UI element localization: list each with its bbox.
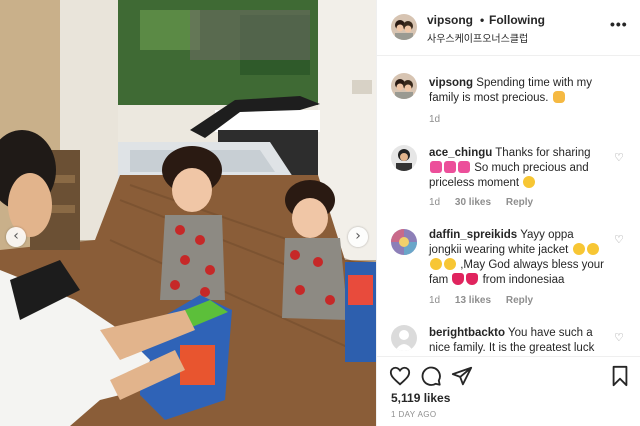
comment-body: berightbackto You have such a nice famil… <box>429 326 605 356</box>
comment-meta: 1d 13 likes Reply <box>429 295 533 306</box>
post-timestamp: 1 DAY AGO <box>391 410 437 419</box>
avatar[interactable] <box>391 229 417 255</box>
comment-text: from indonesiaa <box>482 274 565 286</box>
comment-username[interactable]: daffin_spreikids <box>429 229 517 241</box>
heart-icon[interactable]: ♡ <box>614 151 624 164</box>
comment-icon[interactable] <box>420 365 442 387</box>
comments-list: vipsong Spending time with my family is … <box>377 57 640 356</box>
comment-username[interactable]: vipsong <box>429 77 473 89</box>
hand-emoji <box>552 91 565 103</box>
heart-icon[interactable] <box>389 365 411 387</box>
post-location[interactable]: 사우스케이프오너스클럽 <box>427 30 528 45</box>
post-side-panel: vipsong • Following 사우스케이프오너스클럽 ••• vips… <box>376 0 640 426</box>
avatar[interactable] <box>391 325 417 351</box>
chevron-right-icon[interactable]: › <box>348 227 368 247</box>
comment-username[interactable]: ace_chingu <box>429 147 492 159</box>
avatar[interactable] <box>391 145 417 171</box>
comment-body: daffin_spreikids Yayy oppa jongkii weari… <box>429 228 605 288</box>
comment-age: 1d <box>429 114 441 125</box>
avatar[interactable] <box>391 73 417 99</box>
face-emoji <box>572 243 585 255</box>
separator-dot: • <box>480 13 485 27</box>
hearts-emoji <box>430 161 442 173</box>
reply-button[interactable]: Reply <box>506 197 533 208</box>
post-photo[interactable]: ‹ › <box>0 0 376 426</box>
comment-text: Thanks for sharing <box>495 147 591 159</box>
comment-likes[interactable]: 30 likes <box>455 197 491 208</box>
action-bar: 5,119 likes 1 DAY AGO <box>377 356 640 426</box>
comment-age: 1d <box>429 197 441 208</box>
comment-age: 1d <box>429 295 441 306</box>
following-button[interactable]: Following <box>489 13 545 27</box>
post-header: vipsong • Following 사우스케이프오너스클럽 ••• <box>377 0 640 56</box>
comment-meta: 1d <box>429 114 440 125</box>
likes-count[interactable]: 5,119 likes <box>391 391 450 405</box>
share-icon[interactable] <box>451 365 473 387</box>
chevron-left-icon[interactable]: ‹ <box>6 227 26 247</box>
post-username[interactable]: vipsong <box>427 13 473 27</box>
avatar[interactable] <box>391 14 417 40</box>
comment-body: ace_chingu Thanks for sharing So much pr… <box>429 146 605 191</box>
comment-likes[interactable]: 13 likes <box>455 295 491 306</box>
reply-button[interactable]: Reply <box>506 295 533 306</box>
family-photo-illustration <box>0 0 376 426</box>
more-dots-icon[interactable]: ••• <box>610 16 628 32</box>
comment-body: vipsong Spending time with my family is … <box>429 76 605 106</box>
bookmark-icon[interactable] <box>609 365 631 387</box>
hearts-emoji <box>458 161 470 173</box>
red-heart-emoji <box>452 273 465 285</box>
face-emoji <box>523 176 536 188</box>
face-emoji <box>586 243 599 255</box>
instagram-post-window: ‹ › vipsong • Following 사우스케이프오너스클럽 ••• … <box>0 0 640 426</box>
heart-icon[interactable]: ♡ <box>614 233 624 246</box>
hearts-emoji <box>444 161 456 173</box>
red-heart-emoji <box>466 273 479 285</box>
comment-username[interactable]: berightbackto <box>429 327 505 339</box>
face-emoji <box>444 258 456 270</box>
face-emoji <box>430 258 442 270</box>
heart-icon[interactable]: ♡ <box>614 331 624 344</box>
comment-meta: 1d 30 likes Reply <box>429 197 533 208</box>
